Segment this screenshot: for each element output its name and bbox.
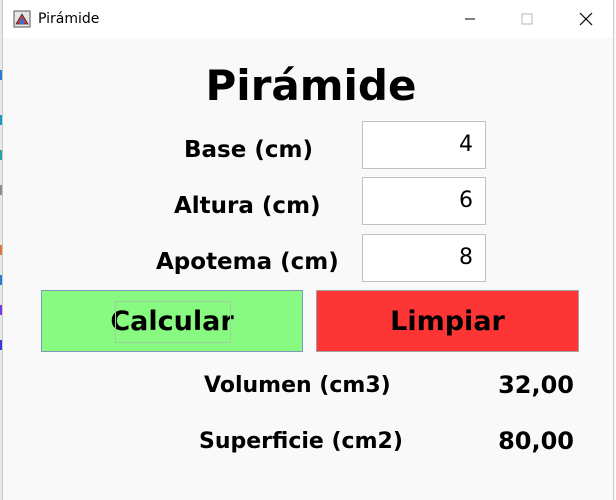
java-app-icon[interactable]: [13, 10, 31, 28]
minimize-button[interactable]: [447, 0, 493, 38]
app-window: Pirámide Pirámide Base (cm) 4 Altura (cm…: [2, 0, 614, 500]
superficie-value: 80,00: [498, 427, 574, 455]
title-bar[interactable]: Pirámide: [3, 0, 613, 38]
close-button[interactable]: [563, 0, 609, 38]
form-content: Pirámide Base (cm) 4 Altura (cm) 6 Apote…: [3, 38, 613, 500]
focus-indicator: [115, 301, 231, 343]
volumen-label: Volumen (cm3): [204, 373, 391, 398]
altura-input[interactable]: 6: [362, 177, 486, 225]
maximize-icon: [521, 13, 533, 25]
base-label: Base (cm): [184, 137, 313, 163]
minimize-icon: [465, 18, 475, 20]
maximize-button[interactable]: [504, 0, 550, 38]
base-input[interactable]: 4: [362, 121, 486, 169]
superficie-label: Superficie (cm2): [199, 429, 403, 454]
limpiar-button-label: Limpiar: [390, 305, 505, 337]
window-title: Pirámide: [38, 11, 100, 27]
volumen-value: 32,00: [498, 371, 574, 399]
page-title: Pirámide: [205, 61, 417, 110]
apotema-label: Apotema (cm): [156, 249, 339, 275]
altura-label: Altura (cm): [174, 193, 321, 219]
apotema-input[interactable]: 8: [362, 234, 486, 282]
calcular-button[interactable]: Calcular: [41, 290, 303, 352]
close-icon: [579, 12, 593, 26]
limpiar-button[interactable]: Limpiar: [316, 290, 579, 352]
